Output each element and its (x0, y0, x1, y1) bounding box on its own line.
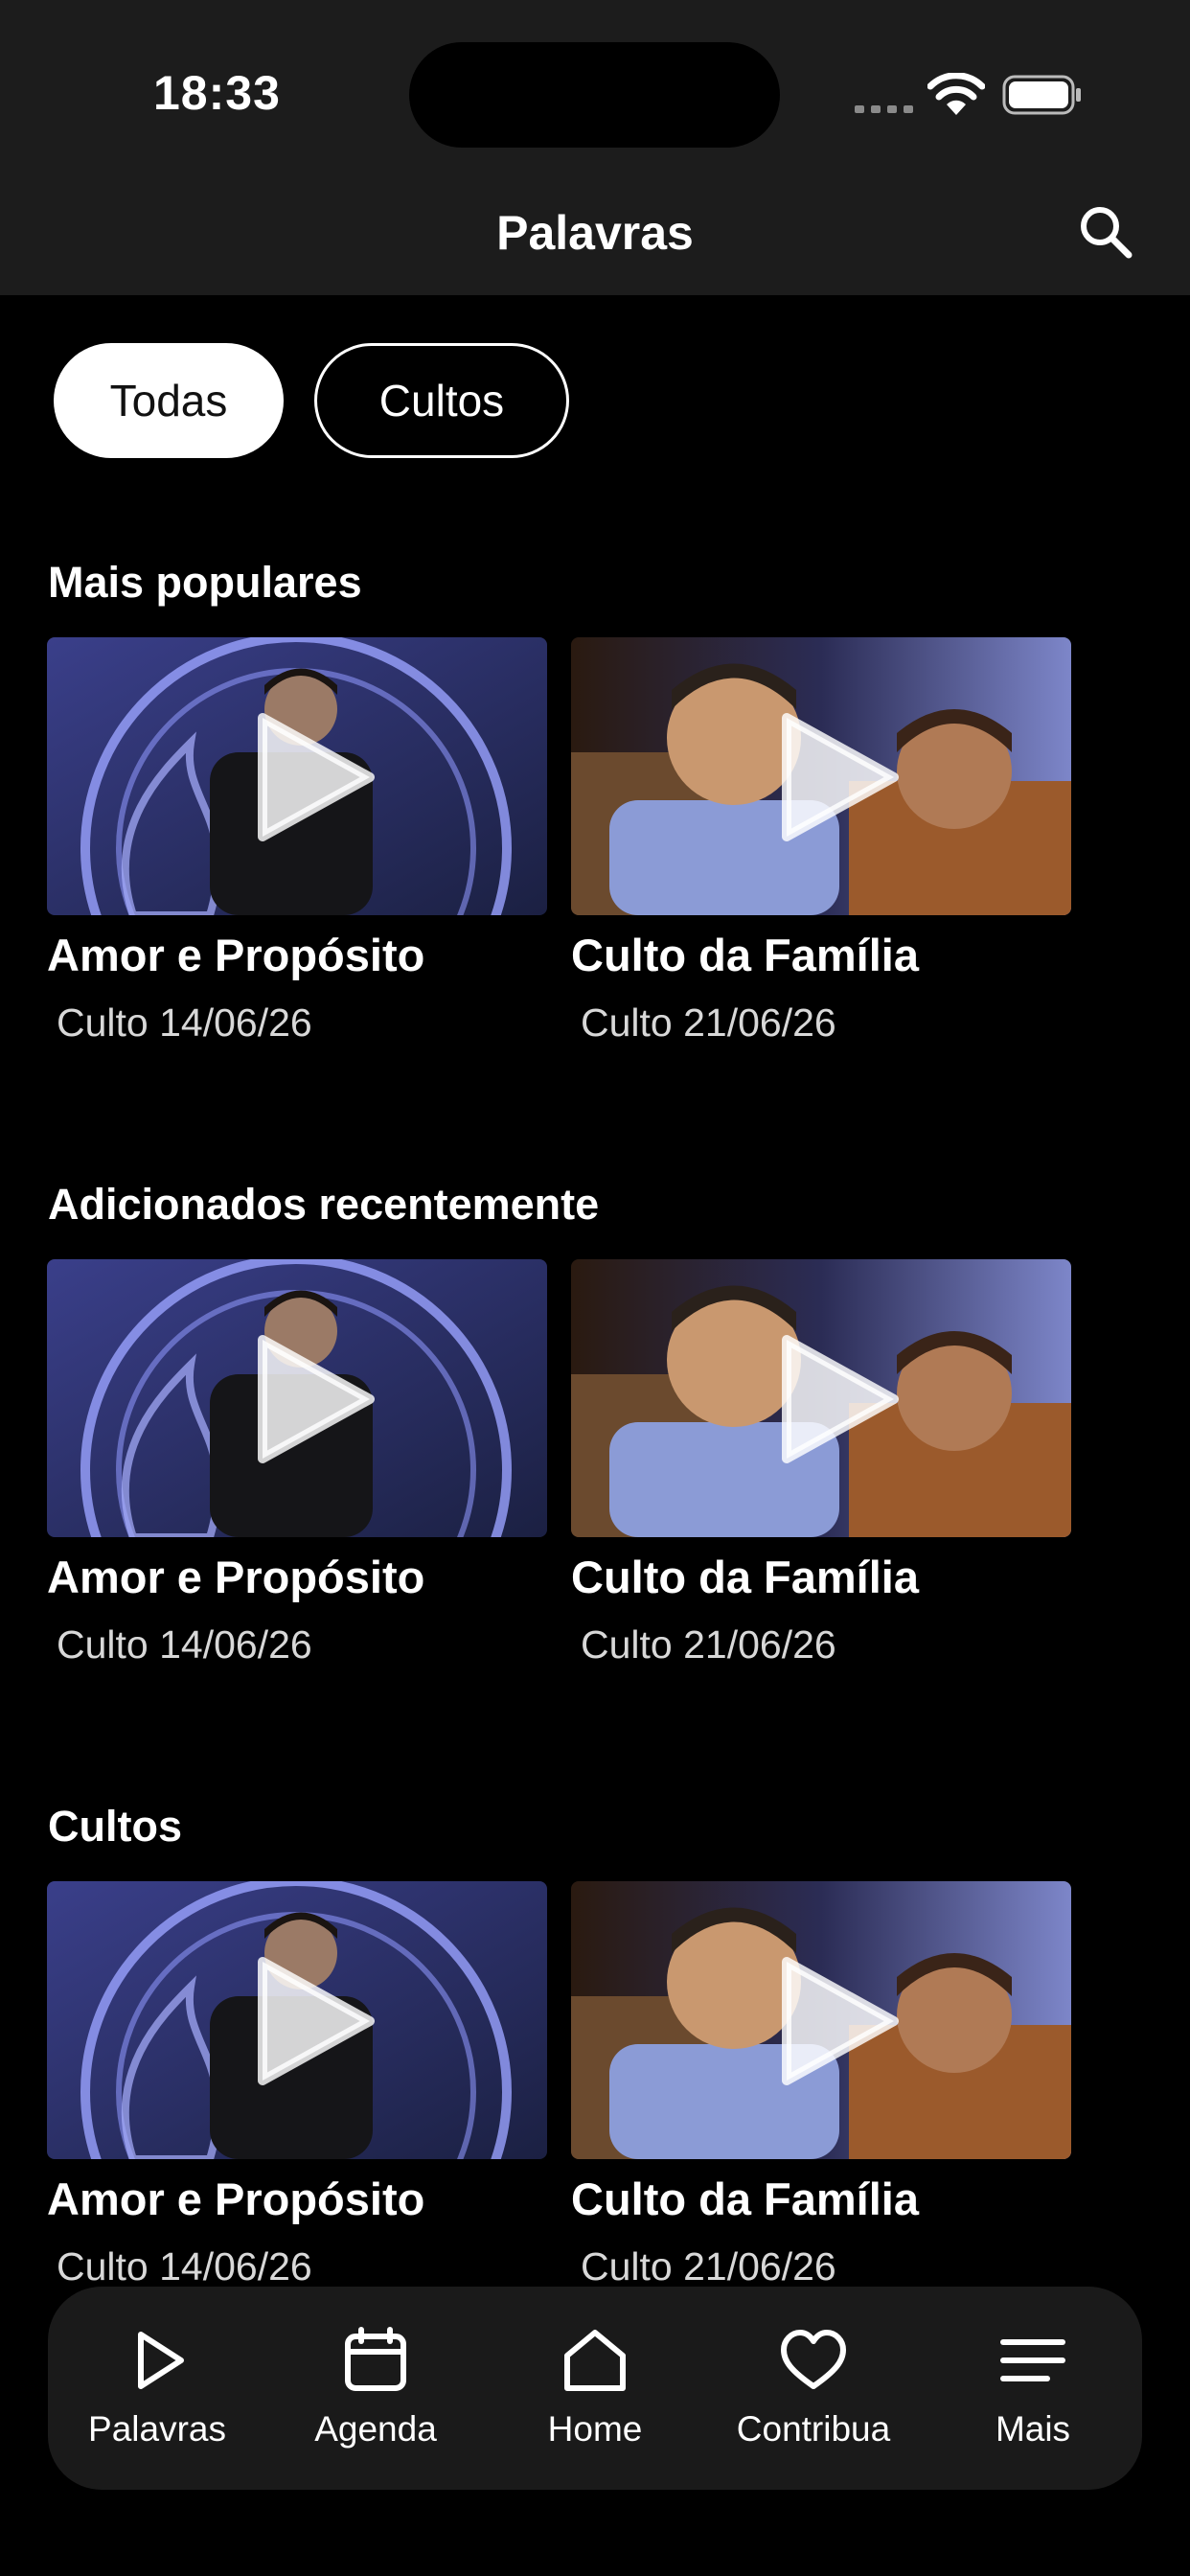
video-card[interactable]: Amor e Propósito Culto 14/06/26 (47, 1881, 549, 2289)
bottom-tab-bar: Palavras Agenda Home Contribua Mais (48, 2287, 1142, 2490)
tab-agenda[interactable]: Agenda (270, 2327, 481, 2450)
section-title-adicionados-recentemente: Adicionados recentemente (48, 1180, 600, 1229)
video-subtitle: Culto 14/06/26 (57, 1622, 312, 1667)
video-subtitle: Culto 14/06/26 (57, 1000, 312, 1045)
video-subtitle: Culto 21/06/26 (581, 1000, 836, 1045)
menu-icon (1000, 2339, 1065, 2381)
calendar-icon (345, 2327, 406, 2391)
play-icon[interactable] (767, 1332, 902, 1466)
video-thumbnail[interactable] (47, 637, 547, 915)
video-thumbnail[interactable] (47, 1259, 547, 1537)
tab-palavras[interactable]: Palavras (52, 2327, 263, 2450)
wifi-icon (927, 73, 985, 115)
video-subtitle: Culto 21/06/26 (581, 1622, 836, 1667)
video-title: Amor e Propósito (47, 2174, 425, 2224)
video-subtitle: Culto 14/06/26 (57, 2244, 312, 2288)
video-title: Culto da Família (571, 2174, 919, 2224)
video-title: Amor e Propósito (47, 1552, 425, 1602)
page-title: Palavras (496, 206, 694, 260)
tab-label: Contribua (736, 2409, 891, 2449)
tab-home[interactable]: Home (490, 2327, 700, 2450)
status-time: 18:33 (153, 66, 281, 120)
play-icon[interactable] (767, 1954, 902, 2088)
section-title-mais-populares: Mais populares (48, 558, 362, 607)
dynamic-island (409, 42, 780, 148)
video-card[interactable]: Amor e Propósito Culto 14/06/26 (47, 637, 549, 1046)
video-card[interactable]: Culto da Família Culto 21/06/26 (571, 1881, 1073, 2289)
tab-label: Mais (995, 2409, 1071, 2449)
video-title: Culto da Família (571, 930, 919, 980)
home-icon (564, 2330, 626, 2391)
tab-label: Palavras (88, 2409, 226, 2449)
heart-icon (781, 2330, 846, 2389)
video-subtitle: Culto 21/06/26 (581, 2244, 836, 2288)
play-icon[interactable] (243, 710, 378, 844)
cellular-signal-icon (855, 105, 913, 113)
tab-mais[interactable]: Mais (927, 2327, 1138, 2450)
video-card[interactable]: Amor e Propósito Culto 14/06/26 (47, 1259, 549, 1668)
filter-chip-todas[interactable]: Todas (54, 343, 284, 458)
search-icon[interactable] (1073, 199, 1140, 266)
tab-label: Home (547, 2409, 643, 2449)
video-title: Amor e Propósito (47, 930, 425, 980)
video-thumbnail[interactable] (571, 637, 1071, 915)
play-icon (138, 2332, 184, 2389)
video-card[interactable]: Culto da Família Culto 21/06/26 (571, 1259, 1073, 1668)
play-icon[interactable] (243, 1332, 378, 1466)
video-thumbnail[interactable] (571, 1259, 1071, 1537)
video-title: Culto da Família (571, 1552, 919, 1602)
video-thumbnail[interactable] (47, 1881, 547, 2159)
video-thumbnail[interactable] (571, 1881, 1071, 2159)
battery-icon (1002, 75, 1081, 115)
tab-contribua[interactable]: Contribua (708, 2327, 919, 2450)
play-icon[interactable] (767, 710, 902, 844)
status-bar: 18:33 (0, 0, 1190, 182)
navigation-bar: Palavras (0, 182, 1190, 295)
play-icon[interactable] (243, 1954, 378, 2088)
tab-label: Agenda (314, 2409, 437, 2449)
section-title-cultos: Cultos (48, 1802, 182, 1851)
filter-chip-cultos[interactable]: Cultos (314, 343, 569, 458)
video-card[interactable]: Culto da Família Culto 21/06/26 (571, 637, 1073, 1046)
